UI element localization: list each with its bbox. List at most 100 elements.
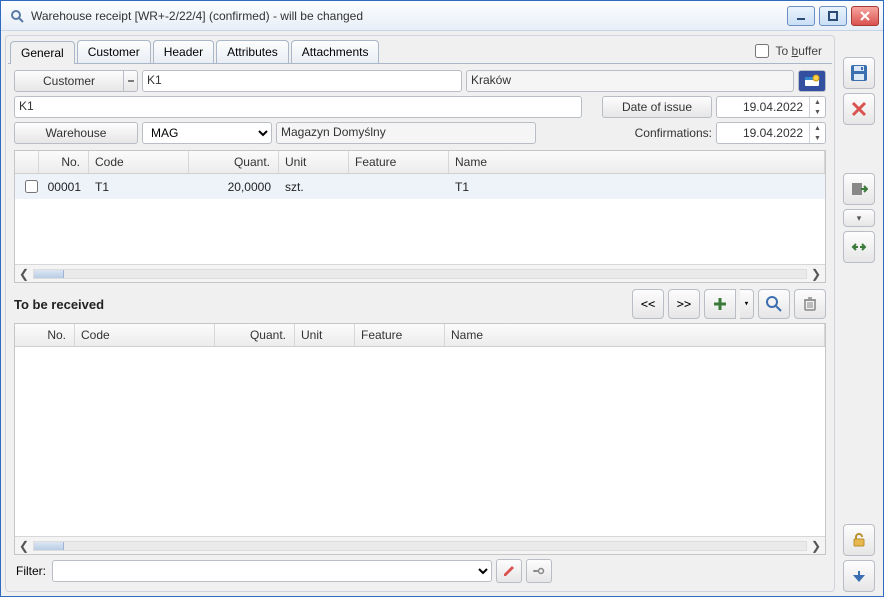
col2-unit[interactable]: Unit <box>295 324 355 346</box>
date-down[interactable]: ▼ <box>810 107 825 117</box>
date-of-issue-input[interactable]: 19.04.2022 ▲▼ <box>716 96 826 118</box>
table-row[interactable]: 00001 T1 20,0000 szt. T1 <box>15 174 825 199</box>
save-button[interactable] <box>843 57 875 89</box>
items-body[interactable]: 00001 T1 20,0000 szt. T1 <box>15 174 825 264</box>
col-unit[interactable]: Unit <box>279 151 349 173</box>
cell-name: T1 <box>449 177 825 197</box>
items-hscroll[interactable]: ❮ ❯ <box>15 264 825 282</box>
tab-customer[interactable]: Customer <box>77 40 151 63</box>
filter-edit-button[interactable] <box>496 559 522 583</box>
filter-select[interactable] <box>52 560 492 582</box>
items-table: No. Code Quant. Unit Feature Name 00001 … <box>14 150 826 283</box>
app-window: Warehouse receipt [WR+-2/22/4] (confirme… <box>0 0 884 597</box>
tab-attributes[interactable]: Attributes <box>216 40 289 63</box>
tab-label: Customer <box>88 45 140 59</box>
side-toolbar: ▾ <box>839 35 879 592</box>
scroll2-track[interactable] <box>33 541 807 551</box>
cancel-button[interactable] <box>843 93 875 125</box>
tab-general[interactable]: General <box>10 41 75 64</box>
row-checkbox[interactable] <box>25 180 38 193</box>
cell-quant: 20,0000 <box>189 177 279 197</box>
tab-label: General <box>21 46 64 60</box>
to-buffer-checkbox[interactable] <box>755 44 769 58</box>
delete-button[interactable] <box>794 289 826 319</box>
add-split-button: ▾ <box>700 289 754 319</box>
items-header: No. Code Quant. Unit Feature Name <box>15 151 825 174</box>
customer-picker-dropdown[interactable] <box>124 70 138 92</box>
customer-lookup-icon[interactable] <box>798 70 826 92</box>
form-area: Customer K1 Kraków K1 Date of issue 19.0… <box>8 64 832 144</box>
scroll2-left[interactable]: ❮ <box>15 539 33 553</box>
scroll-thumb[interactable] <box>34 270 64 278</box>
tab-header[interactable]: Header <box>153 40 214 63</box>
cell-no: 00001 <box>39 177 89 197</box>
col-no[interactable]: No. <box>39 151 89 173</box>
to-receive-body[interactable] <box>15 347 825 536</box>
add-button[interactable] <box>704 289 736 319</box>
customer-code-field[interactable]: K1 <box>142 70 462 92</box>
tab-attachments[interactable]: Attachments <box>291 40 380 63</box>
col-code[interactable]: Code <box>89 151 189 173</box>
scroll-right[interactable]: ❯ <box>807 267 825 281</box>
customer-fullname-field[interactable]: K1 <box>14 96 582 118</box>
date-up[interactable]: ▲ <box>810 97 825 107</box>
window-buttons <box>787 6 879 26</box>
link-button[interactable] <box>843 231 875 263</box>
to-receive-columns: No. Code Quant. Unit Feature Name <box>15 324 825 347</box>
confirmations-date-value: 19.04.2022 <box>717 126 809 140</box>
warehouse-name-field: Magazyn Domyślny <box>276 122 536 144</box>
add-dropdown[interactable]: ▾ <box>740 289 754 319</box>
tabstrip: General Customer Header Attributes Attac… <box>8 38 832 64</box>
move-down-button[interactable] <box>843 560 875 592</box>
col2-code[interactable]: Code <box>75 324 215 346</box>
col2-no[interactable]: No. <box>15 324 75 346</box>
cell-unit: szt. <box>279 177 349 197</box>
prev-page-button[interactable]: << <box>632 289 664 319</box>
filter-row: Filter: <box>14 559 826 583</box>
main-panel: General Customer Header Attributes Attac… <box>5 35 835 592</box>
minimize-button[interactable] <box>787 6 815 26</box>
scroll2-right[interactable]: ❯ <box>807 539 825 553</box>
next-page-button[interactable]: >> <box>668 289 700 319</box>
confirmations-label: Confirmations: <box>602 126 712 140</box>
tab-label: Attributes <box>227 45 278 59</box>
cell-code: T1 <box>89 177 189 197</box>
to-buffer-label: To buffer <box>776 44 823 58</box>
confirmations-date-input[interactable]: 19.04.2022 ▲▼ <box>716 122 826 144</box>
date-of-issue-button[interactable]: Date of issue <box>602 96 712 118</box>
scroll-left[interactable]: ❮ <box>15 267 33 281</box>
export-button[interactable] <box>843 173 875 205</box>
to-receive-hscroll[interactable]: ❮ ❯ <box>15 536 825 554</box>
to-receive-header: To be received << >> ▾ <box>14 289 826 319</box>
titlebar: Warehouse receipt [WR+-2/22/4] (confirme… <box>1 1 883 31</box>
scroll2-thumb[interactable] <box>34 542 64 550</box>
col-feature[interactable]: Feature <box>349 151 449 173</box>
conf-date-up[interactable]: ▲ <box>810 123 825 133</box>
customer-picker-button[interactable]: Customer <box>14 70 124 92</box>
col2-quant[interactable]: Quant. <box>215 324 295 346</box>
date-of-issue-value: 19.04.2022 <box>717 100 809 114</box>
col2-name[interactable]: Name <box>445 324 825 346</box>
filter-settings-button[interactable] <box>526 559 552 583</box>
lock-button[interactable] <box>843 524 875 556</box>
col2-feature[interactable]: Feature <box>355 324 445 346</box>
col-quant[interactable]: Quant. <box>189 151 279 173</box>
close-button[interactable] <box>851 6 879 26</box>
app-icon <box>9 8 25 24</box>
warehouse-select[interactable]: MAG <box>142 122 272 144</box>
maximize-button[interactable] <box>819 6 847 26</box>
col-checkbox[interactable] <box>15 151 39 173</box>
scroll-track[interactable] <box>33 269 807 279</box>
tab-label: Header <box>164 45 203 59</box>
window-body: General Customer Header Attributes Attac… <box>5 35 879 592</box>
export-dropdown[interactable]: ▾ <box>843 209 875 227</box>
cell-feature <box>349 184 449 190</box>
to-receive-table: No. Code Quant. Unit Feature Name ❮ ❯ <box>14 323 826 555</box>
warehouse-picker-button[interactable]: Warehouse <box>14 122 138 144</box>
to-buffer-toggle[interactable]: To buffer <box>751 41 823 61</box>
col-name[interactable]: Name <box>449 151 825 173</box>
conf-date-down[interactable]: ▼ <box>810 133 825 143</box>
tab-label: Attachments <box>302 45 369 59</box>
search-button[interactable] <box>758 289 790 319</box>
customer-city-field: Kraków <box>466 70 794 92</box>
